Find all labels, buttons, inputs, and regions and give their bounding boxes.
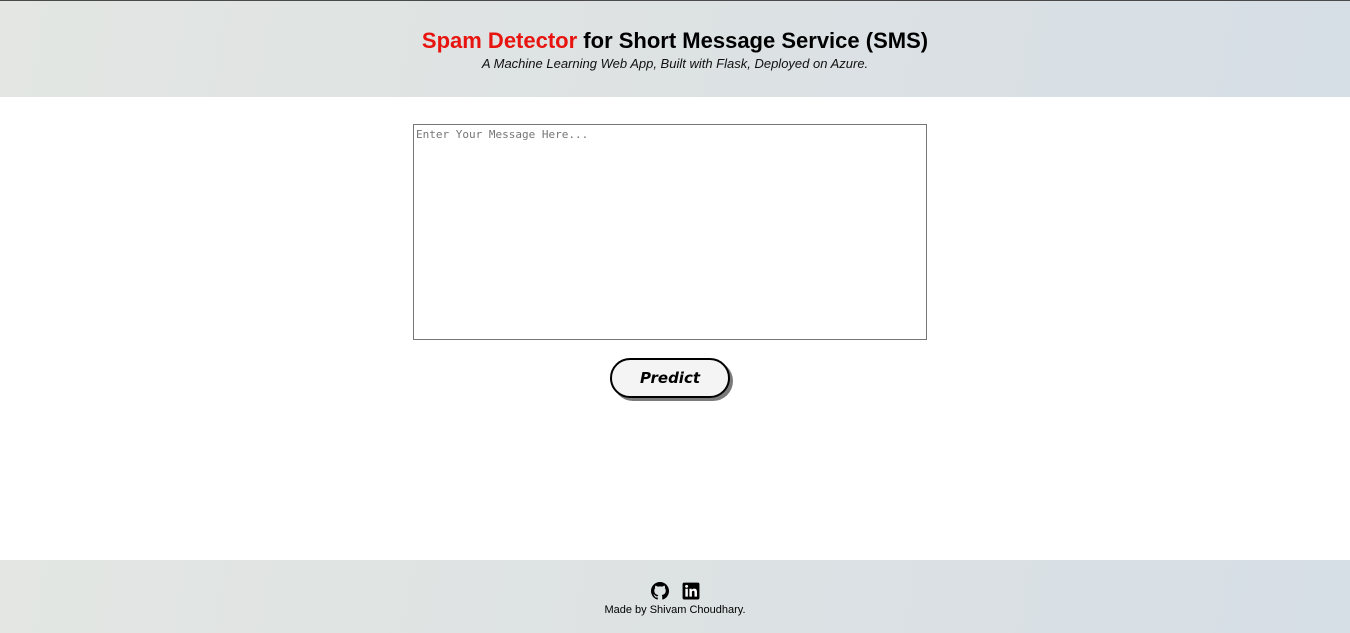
- credit-text: Made by Shivam Choudhary.: [604, 604, 746, 616]
- message-input[interactable]: [413, 124, 927, 340]
- linkedin-link[interactable]: [682, 582, 700, 600]
- footer: Made by Shivam Choudhary.: [0, 560, 1350, 633]
- header: Spam Detector for Short Message Service …: [0, 0, 1350, 97]
- github-link[interactable]: [650, 582, 669, 600]
- linkedin-icon: [682, 582, 699, 600]
- predict-button[interactable]: Predict: [610, 358, 730, 398]
- github-icon: [650, 582, 669, 600]
- social-links: [0, 582, 1350, 600]
- page-title: Spam Detector for Short Message Service …: [0, 28, 1350, 54]
- title-rest: for Short Message Service (SMS): [577, 28, 929, 53]
- page: Spam Detector for Short Message Service …: [0, 0, 1350, 633]
- title-accent: Spam Detector: [421, 28, 578, 53]
- page-subtitle: A Machine Learning Web App, Built with F…: [481, 56, 869, 71]
